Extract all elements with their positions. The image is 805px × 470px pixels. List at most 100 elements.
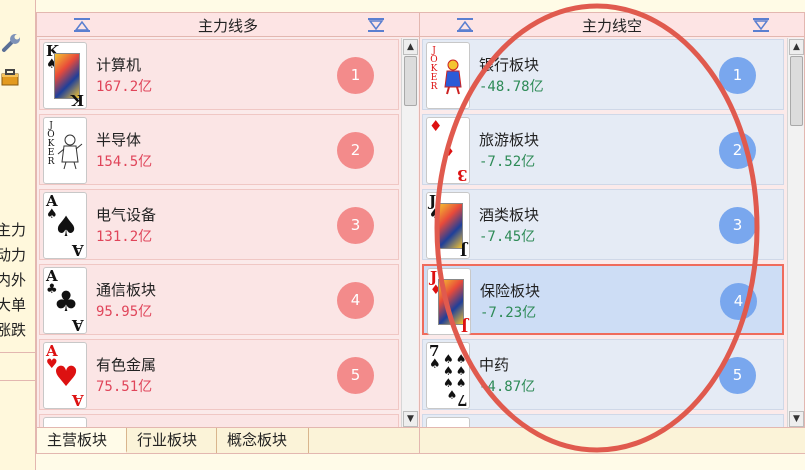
sector-row[interactable]: ♦ ♦ 3 旅游板块 -7.52亿 2 [422, 114, 784, 185]
playing-card-ace-spades: A ♠ ♠ A [43, 192, 87, 259]
sector-name: 有色金属 [96, 356, 157, 374]
left-label[interactable]: 大单 [0, 293, 35, 318]
joker-letters: J O K E R [46, 122, 56, 167]
sector-name: 酒类板块 [479, 206, 540, 224]
tab-industry-sectors[interactable]: 行业板块 [127, 428, 217, 453]
scroll-up-arrow-icon[interactable]: ▲ [403, 39, 418, 55]
sector-row[interactable]: J O K E R 半导体 154.5亿 2 [39, 114, 399, 185]
rank-badge: 5 [719, 357, 756, 394]
playing-card-ace-clubs: A ♣ ♣ A [43, 267, 87, 334]
card-rank: 3 [456, 166, 467, 184]
card-rank: J [459, 241, 467, 259]
spade-suit-icon: ♠ [429, 357, 441, 372]
sector-row[interactable] [422, 414, 784, 428]
short-panel: 主力线空 J O K E R 银行板块 -48.78亿 1 ♦ ♦ 3 旅游板块… [419, 12, 805, 470]
sector-flow-value: -48.78亿 [479, 79, 544, 95]
diamond-suit-icon: ♦ [429, 117, 443, 135]
long-list-scrollbar[interactable]: ▲ ▼ [401, 38, 418, 428]
left-label[interactable]: 涨跌 [0, 318, 35, 343]
sector-flow-value: 131.2亿 [96, 229, 153, 245]
sector-row[interactable]: J O K E R 银行板块 -48.78亿 1 [422, 39, 784, 110]
rank-badge: 4 [337, 282, 374, 319]
panel-header: 主力线空 [420, 13, 804, 37]
card-rank: K [70, 91, 84, 109]
tab-concept-sectors[interactable]: 概念板块 [217, 428, 309, 453]
sector-flow-value: 95.95亿 [96, 304, 153, 320]
sector-flow-value: 154.5亿 [96, 154, 153, 170]
rank-badge: 5 [337, 357, 374, 394]
card-rank: A [72, 316, 84, 334]
card-rank: J [460, 317, 468, 335]
sector-row[interactable]: J ♠ J 酒类板块 -7.45亿 3 [422, 189, 784, 260]
playing-card-jack-diamonds: J ♦ J [427, 268, 471, 335]
rank-badge: 2 [719, 132, 756, 169]
divider [0, 380, 35, 381]
rank-badge: 1 [719, 57, 756, 94]
tab-bar-fill [420, 427, 805, 453]
playing-card-seven-spades: 7 ♠ ♠♠ ♠♠ ♠♠ ♠ 7 [426, 342, 470, 409]
sector-flow-value: -4.87亿 [479, 379, 536, 395]
scroll-up-arrow-icon[interactable]: ▲ [789, 39, 804, 55]
panel-title: 主力线空 [581, 17, 642, 35]
playing-card-ace-hearts: A ♥ ♥ A [43, 342, 87, 409]
scroll-thumb[interactable] [404, 56, 417, 106]
divider [0, 352, 35, 353]
rank-badge: 4 [720, 283, 757, 320]
playing-card-jack-spades: J ♠ J [426, 192, 470, 259]
playing-card-joker: J O K E R [426, 42, 470, 109]
sector-tab-bar: 主营板块 行业板块 概念板块 [37, 427, 419, 453]
joker-letters: J O K E R [429, 47, 439, 92]
sector-row[interactable]: A ♠ ♠ A 电气设备 131.2亿 3 [39, 189, 399, 260]
sector-flow-value: 167.2亿 [96, 79, 153, 95]
sector-flow-value: -7.52亿 [479, 154, 536, 170]
jester-icon [57, 134, 83, 170]
sector-name: 计算机 [96, 56, 142, 74]
scroll-down-arrow-icon[interactable]: ▼ [789, 411, 804, 427]
card-rank: A [72, 391, 84, 409]
sector-name: 银行板块 [479, 56, 540, 74]
wrench-icon[interactable] [0, 32, 22, 54]
sector-row[interactable]: 7 ♠ ♠♠ ♠♠ ♠♠ ♠ 7 中药 -4.87亿 5 [422, 339, 784, 410]
panel-header: 主力线多 [37, 13, 419, 37]
sector-row[interactable]: K ♠ K 计算机 167.2亿 1 [39, 39, 399, 110]
sector-name: 旅游板块 [479, 131, 540, 149]
short-sector-list: J O K E R 银行板块 -48.78亿 1 ♦ ♦ 3 旅游板块 -7.5… [420, 38, 786, 428]
sector-name: 电气设备 [96, 206, 157, 224]
left-label[interactable]: 动力 [0, 243, 35, 268]
sector-row-selected[interactable]: J ♦ J 保险板块 -7.23亿 4 [422, 264, 784, 335]
long-panel: 主力线多 K ♠ K 计算机 167.2亿 1 J O K E R 半导体 15… [36, 12, 420, 470]
long-sector-list: K ♠ K 计算机 167.2亿 1 J O K E R 半导体 154.5亿 … [37, 38, 401, 428]
scroll-thumb[interactable] [790, 56, 803, 126]
sector-row[interactable]: A ♣ ♣ A 通信板块 95.95亿 4 [39, 264, 399, 335]
bottom-strip [36, 453, 805, 470]
sector-flow-value: -7.23亿 [480, 305, 537, 321]
sector-name: 中药 [479, 356, 510, 374]
left-label[interactable]: 内外 [0, 268, 35, 293]
sector-name: 半导体 [96, 131, 142, 149]
joker-letter: R [47, 157, 55, 167]
playing-card-king-spades: K ♠ K [43, 42, 87, 109]
joker-letter: R [430, 82, 438, 92]
left-label[interactable]: 主力 [0, 218, 35, 243]
sector-name: 通信板块 [96, 281, 157, 299]
collapse-down-icon[interactable] [367, 17, 385, 33]
sector-flow-value: 75.51亿 [96, 379, 153, 395]
scroll-down-arrow-icon[interactable]: ▼ [403, 411, 418, 427]
sector-row[interactable] [39, 414, 399, 428]
short-list-scrollbar[interactable]: ▲ ▼ [787, 38, 804, 428]
rank-badge: 3 [719, 207, 756, 244]
left-label-list: 主力 动力 内外 大单 涨跌 [0, 218, 35, 343]
rank-badge: 3 [337, 207, 374, 244]
toolbox-icon[interactable] [0, 66, 22, 88]
panel-title: 主力线多 [197, 17, 258, 35]
collapse-down-icon[interactable] [752, 17, 770, 33]
sector-name: 保险板块 [480, 282, 541, 300]
playing-card-three-diamonds: ♦ ♦ 3 [426, 117, 470, 184]
card-rank: A [72, 241, 84, 259]
rank-badge: 1 [337, 57, 374, 94]
jester-icon [444, 59, 462, 95]
sector-row[interactable]: A ♥ ♥ A 有色金属 75.51亿 5 [39, 339, 399, 410]
tab-main-sectors[interactable]: 主营板块 [37, 428, 127, 453]
rank-badge: 2 [337, 132, 374, 169]
card-rank: 7 [456, 391, 467, 409]
